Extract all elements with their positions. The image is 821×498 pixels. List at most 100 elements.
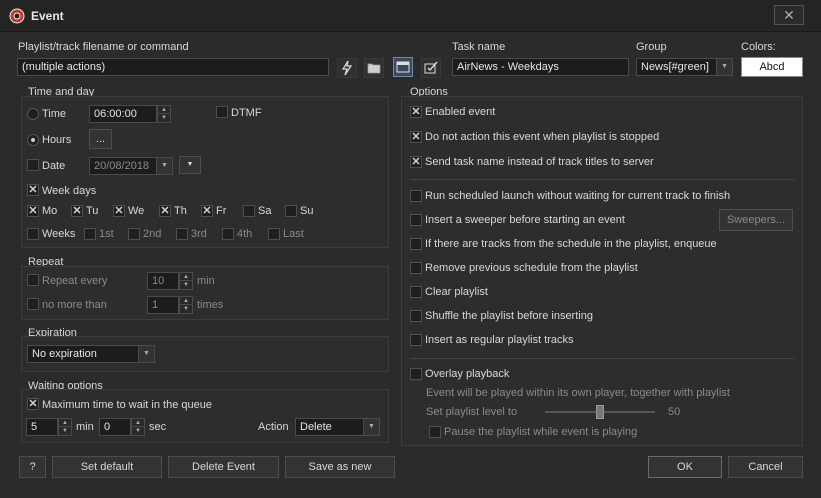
date-label: Date [42,160,66,172]
date-calendar-button[interactable]: ▼ [179,156,201,174]
time-input[interactable]: 06:00:00 [89,105,157,123]
repeat-every-stepper[interactable]: ▲ ▼ [179,272,193,290]
cancel-button[interactable]: Cancel [728,456,803,478]
week-last-checkbox[interactable] [268,228,280,240]
day-we-checkbox[interactable]: ✕ [113,205,125,217]
sweepers-button[interactable]: Sweepers... [719,209,793,231]
day-tu-checkbox[interactable]: ✕ [71,205,83,217]
insert-sweeper-checkbox[interactable] [410,214,422,226]
clear-playlist-checkbox[interactable] [410,286,422,298]
wait-sec-input[interactable]: 0 [99,418,131,436]
day-fr-checkbox[interactable]: ✕ [201,205,213,217]
day-we-label: We [128,205,145,217]
wait-min-stepper[interactable]: ▲ ▼ [58,418,72,436]
no-more-than-checkbox[interactable] [27,298,39,310]
if-tracks-enqueue-checkbox[interactable] [410,238,422,250]
overlay-playback-checkbox[interactable] [410,368,422,380]
time-label: Time [42,108,67,120]
day-mo-label: Mo [42,205,58,217]
save-as-new-button[interactable]: Save as new [285,456,395,478]
delete-event-button[interactable]: Delete Event [168,456,279,478]
insert-regular-checkbox[interactable] [410,334,422,346]
week-3rd-label: 3rd [191,228,207,240]
expiration-value: No expiration [32,348,97,360]
group-chevron-down-icon[interactable]: ▼ [716,59,732,75]
repeat-unit-label: min [197,275,215,287]
hours-picker-button[interactable]: ... [89,129,112,149]
pause-playlist-label: Pause the playlist while event is playin… [444,426,638,438]
day-su-checkbox[interactable] [285,205,297,217]
day-th-label: Th [174,205,187,217]
weeks-label: Weeks [42,228,76,240]
set-default-button[interactable]: Set default [52,456,162,478]
wait-sec-label: sec [149,421,167,433]
wait-min-input[interactable]: 5 [26,418,58,436]
send-task-name-checkbox[interactable]: ✕ [410,156,422,168]
day-tu-label: Tu [86,205,99,217]
action-label: Action [258,421,289,433]
day-fr-label: Fr [216,205,227,217]
close-button[interactable]: ✕ [774,5,804,25]
enabled-event-checkbox[interactable]: ✕ [410,106,422,118]
week-1st-label: 1st [99,228,114,240]
dtmf-label: DTMF [231,107,262,119]
insert-sweeper-label: Insert a sweeper before starting an even… [425,214,625,226]
day-mo-checkbox[interactable]: ✕ [27,205,39,217]
playlist-label: Playlist/track filename or command [18,41,189,53]
times-label: times [197,299,224,311]
hours-radio[interactable] [27,134,39,146]
options-divider [410,179,794,180]
app-icon [9,8,25,24]
action-chevron-down-icon[interactable]: ▼ [363,419,379,435]
window-icon[interactable] [393,57,413,77]
repeat-every-input[interactable]: 10 [147,272,179,290]
week-3rd-checkbox[interactable] [176,228,188,240]
set-level-label: Set playlist level to [426,406,518,418]
max-wait-checkbox[interactable]: ✕ [27,398,39,410]
repeat-every-label: Repeat every [42,275,108,287]
group-label: Group [636,41,667,53]
edit-checklist-icon[interactable] [421,58,441,78]
color-swatch[interactable]: Abcd [741,57,803,77]
remove-previous-checkbox[interactable] [410,262,422,274]
wait-sec-stepper[interactable]: ▲ ▼ [131,418,145,436]
action-value: Delete [300,421,332,433]
group-value: News[#green] [641,61,709,73]
run-without-waiting-checkbox[interactable] [410,190,422,202]
date-checkbox[interactable] [27,159,39,171]
expiration-chevron-down-icon[interactable]: ▼ [138,346,154,362]
week-1st-checkbox[interactable] [84,228,96,240]
week-days-checkbox[interactable]: ✕ [27,184,39,196]
week-days-label: Week days [42,185,97,197]
wait-min-label: min [76,421,94,433]
overlay-playback-label: Overlay playback [425,368,510,380]
expiration-select[interactable]: No expiration [27,345,155,363]
no-more-than-stepper[interactable]: ▲ ▼ [179,296,193,314]
time-radio[interactable] [27,108,39,120]
folder-icon[interactable] [364,58,384,78]
time-stepper[interactable]: ▲ ▼ [157,105,171,123]
pause-playlist-checkbox[interactable] [429,426,441,438]
week-4th-checkbox[interactable] [222,228,234,240]
day-sa-checkbox[interactable] [243,205,255,217]
no-more-than-input[interactable]: 1 [147,296,179,314]
day-th-checkbox[interactable]: ✕ [159,205,171,217]
level-slider-thumb[interactable] [596,405,604,419]
lightning-icon[interactable] [337,58,357,78]
playlist-input[interactable]: (multiple actions) [17,58,329,76]
task-name-input[interactable]: AirNews - Weekdays [452,58,629,76]
help-button[interactable]: ? [19,456,46,478]
overlay-description: Event will be played within its own play… [426,387,730,399]
insert-regular-label: Insert as regular playlist tracks [425,334,574,346]
week-2nd-checkbox[interactable] [128,228,140,240]
dtmf-checkbox[interactable] [216,106,228,118]
send-task-name-label: Send task name instead of track titles t… [425,156,654,168]
repeat-every-checkbox[interactable] [27,274,39,286]
clear-playlist-label: Clear playlist [425,286,488,298]
week-4th-label: 4th [237,228,253,240]
shuffle-playlist-checkbox[interactable] [410,310,422,322]
weeks-checkbox[interactable] [27,228,39,240]
date-chevron-down-icon[interactable]: ▼ [156,158,172,174]
no-action-stopped-checkbox[interactable]: ✕ [410,131,422,143]
ok-button[interactable]: OK [648,456,722,478]
